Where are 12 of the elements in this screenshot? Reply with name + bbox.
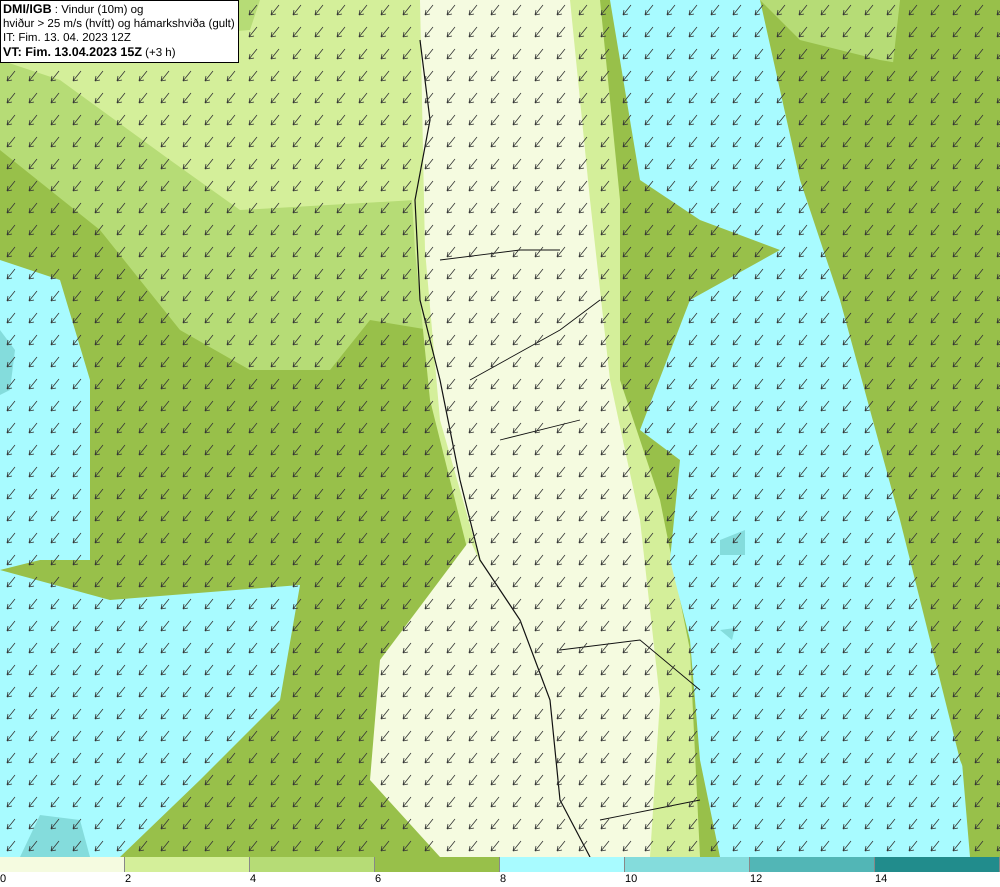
scale-label: 14	[875, 872, 888, 886]
scale-label: 6	[375, 872, 382, 886]
scale-label: 10	[625, 872, 638, 886]
scale-label: 4	[250, 872, 258, 886]
scale-label: 12	[750, 872, 764, 886]
info-text: IT: Fim. 13. 04. 2023 12Z	[3, 31, 132, 45]
info-text: VT: Fim. 13.04.2023 15Z (+3 h)	[3, 45, 177, 60]
info-text: DMI/IGB : Vindur (10m) og	[3, 2, 144, 17]
scale-label: 8	[500, 872, 508, 886]
scale-label: 2	[125, 872, 132, 886]
info-text: hviður > 25 m/s (hvítt) og hámarkshviða (gult)	[3, 17, 235, 31]
scale-label: 0	[0, 872, 8, 886]
